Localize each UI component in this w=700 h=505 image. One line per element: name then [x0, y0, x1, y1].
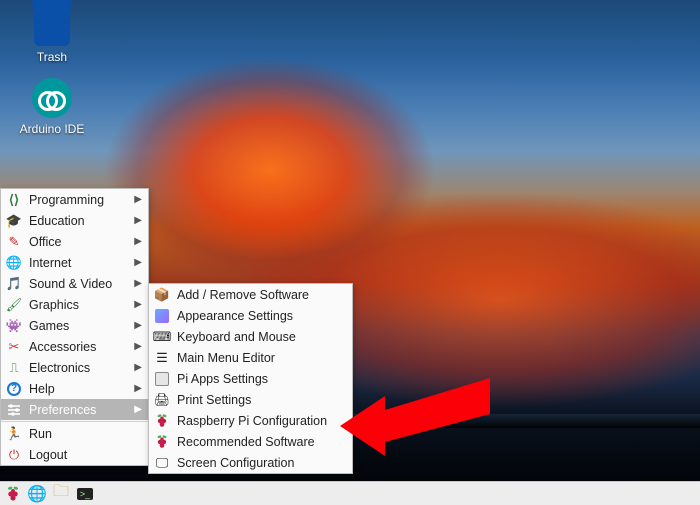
media-icon: 🎵 [5, 275, 23, 293]
printer-icon: 🖨 [153, 391, 171, 409]
help-icon: ? [5, 380, 23, 398]
chevron-right-icon: ▶ [134, 299, 142, 310]
appearance-icon [153, 307, 171, 325]
menu-item-electronics[interactable]: ⎍ Electronics ▶ [1, 357, 148, 378]
menu-item-label: Internet [29, 256, 124, 270]
sliders-icon [5, 401, 23, 419]
submenu-item-label: Screen Configuration [177, 456, 346, 470]
taskbar-files[interactable]: 🗀 [52, 485, 70, 503]
preferences-submenu[interactable]: 📦 Add / Remove Software Appearance Setti… [148, 283, 353, 474]
folder-icon: 🗀 [53, 480, 69, 505]
submenu-item-recommended[interactable]: Recommended Software [149, 431, 352, 452]
menu-item-label: Programming [29, 193, 124, 207]
submenu-item-label: Recommended Software [177, 435, 346, 449]
menu-item-label: Help [29, 382, 124, 396]
raspberry-icon [153, 412, 171, 430]
menu-item-label: Office [29, 235, 124, 249]
desktop-icon-label: Arduino IDE [12, 122, 92, 136]
trash-icon [32, 6, 72, 46]
menu-item-programming[interactable]: ⟨⟩ Programming ▶ [1, 189, 148, 210]
submenu-item-label: Appearance Settings [177, 309, 346, 323]
submenu-item-label: Main Menu Editor [177, 351, 346, 365]
logout-icon: ⏻ [5, 446, 23, 464]
globe-icon: 🌐 [5, 254, 23, 272]
submenu-item-label: Pi Apps Settings [177, 372, 346, 386]
chevron-right-icon: ▶ [134, 236, 142, 247]
menu-item-label: Electronics [29, 361, 124, 375]
menu-item-internet[interactable]: 🌐 Internet ▶ [1, 252, 148, 273]
menu-item-label: Games [29, 319, 124, 333]
submenu-item-screen-config[interactable]: 🖵 Screen Configuration [149, 452, 352, 473]
menu-item-label: Education [29, 214, 124, 228]
menu-item-label: Preferences [29, 403, 124, 417]
menu-item-preferences[interactable]: Preferences ▶ [1, 399, 148, 420]
menu-editor-icon: ☰ [153, 349, 171, 367]
menu-item-games[interactable]: 👾 Games ▶ [1, 315, 148, 336]
menu-item-logout[interactable]: ⏻ Logout [1, 444, 148, 465]
palette-icon: 🖌 [5, 296, 23, 314]
knife-icon: ✂ [5, 338, 23, 356]
terminal-icon: >_ [77, 488, 93, 500]
menu-item-run[interactable]: 🏃 Run [1, 423, 148, 444]
chevron-right-icon: ▶ [134, 278, 142, 289]
menu-item-label: Logout [29, 448, 142, 462]
submenu-item-label: Keyboard and Mouse [177, 330, 346, 344]
desktop-icon-label: Trash [12, 50, 92, 64]
arduino-icon [32, 78, 72, 118]
submenu-item-label: Add / Remove Software [177, 288, 346, 302]
chevron-right-icon: ▶ [134, 194, 142, 205]
taskbar[interactable]: 🌐 🗀 >_ [0, 481, 700, 505]
chevron-right-icon: ▶ [134, 404, 142, 415]
submenu-item-label: Print Settings [177, 393, 346, 407]
menu-item-label: Run [29, 427, 142, 441]
submenu-item-print[interactable]: 🖨 Print Settings [149, 389, 352, 410]
taskbar-terminal[interactable]: >_ [76, 485, 94, 503]
pi-apps-icon [153, 370, 171, 388]
desktop-icon-arduino[interactable]: Arduino IDE [12, 78, 92, 136]
menu-item-education[interactable]: 🎓 Education ▶ [1, 210, 148, 231]
submenu-item-appearance[interactable]: Appearance Settings [149, 305, 352, 326]
monitor-icon: 🖵 [153, 454, 171, 472]
taskbar-menu-button[interactable] [4, 485, 22, 503]
chevron-right-icon: ▶ [134, 362, 142, 373]
application-menu[interactable]: ⟨⟩ Programming ▶ 🎓 Education ▶ ✎ Office … [0, 188, 149, 466]
keyboard-mouse-icon: ⌨ [153, 328, 171, 346]
menu-item-graphics[interactable]: 🖌 Graphics ▶ [1, 294, 148, 315]
menu-item-help[interactable]: ? Help ▶ [1, 378, 148, 399]
menu-item-accessories[interactable]: ✂ Accessories ▶ [1, 336, 148, 357]
submenu-item-main-menu-editor[interactable]: ☰ Main Menu Editor [149, 347, 352, 368]
grad-cap-icon: 🎓 [5, 212, 23, 230]
menu-item-office[interactable]: ✎ Office ▶ [1, 231, 148, 252]
taskbar-browser[interactable]: 🌐 [28, 485, 46, 503]
menu-item-label: Accessories [29, 340, 124, 354]
submenu-item-label: Raspberry Pi Configuration [177, 414, 346, 428]
menu-item-label: Sound & Video [29, 277, 124, 291]
chevron-right-icon: ▶ [134, 320, 142, 331]
submenu-item-rpi-config[interactable]: Raspberry Pi Configuration [149, 410, 352, 431]
chevron-right-icon: ▶ [134, 215, 142, 226]
submenu-item-keyboard-mouse[interactable]: ⌨ Keyboard and Mouse [149, 326, 352, 347]
raspberry-icon [4, 485, 22, 503]
raspberry-icon [153, 433, 171, 451]
menu-item-sound-video[interactable]: 🎵 Sound & Video ▶ [1, 273, 148, 294]
menu-separator [1, 421, 148, 422]
submenu-item-pi-apps[interactable]: Pi Apps Settings [149, 368, 352, 389]
desktop-icon-trash[interactable]: Trash [12, 6, 92, 64]
alien-icon: 👾 [5, 317, 23, 335]
desktop[interactable]: Trash Arduino IDE ⟨⟩ Programming ▶ 🎓 Edu… [0, 0, 700, 505]
globe-icon: 🌐 [27, 484, 47, 504]
bird-icon: ✎ [5, 233, 23, 251]
menu-item-label: Graphics [29, 298, 124, 312]
chevron-right-icon: ▶ [134, 383, 142, 394]
run-icon: 🏃 [5, 425, 23, 443]
chevron-right-icon: ▶ [134, 341, 142, 352]
chip-icon: ⎍ [5, 359, 23, 377]
code-icon: ⟨⟩ [5, 191, 23, 209]
chevron-right-icon: ▶ [134, 257, 142, 268]
submenu-item-add-remove[interactable]: 📦 Add / Remove Software [149, 284, 352, 305]
package-icon: 📦 [153, 286, 171, 304]
